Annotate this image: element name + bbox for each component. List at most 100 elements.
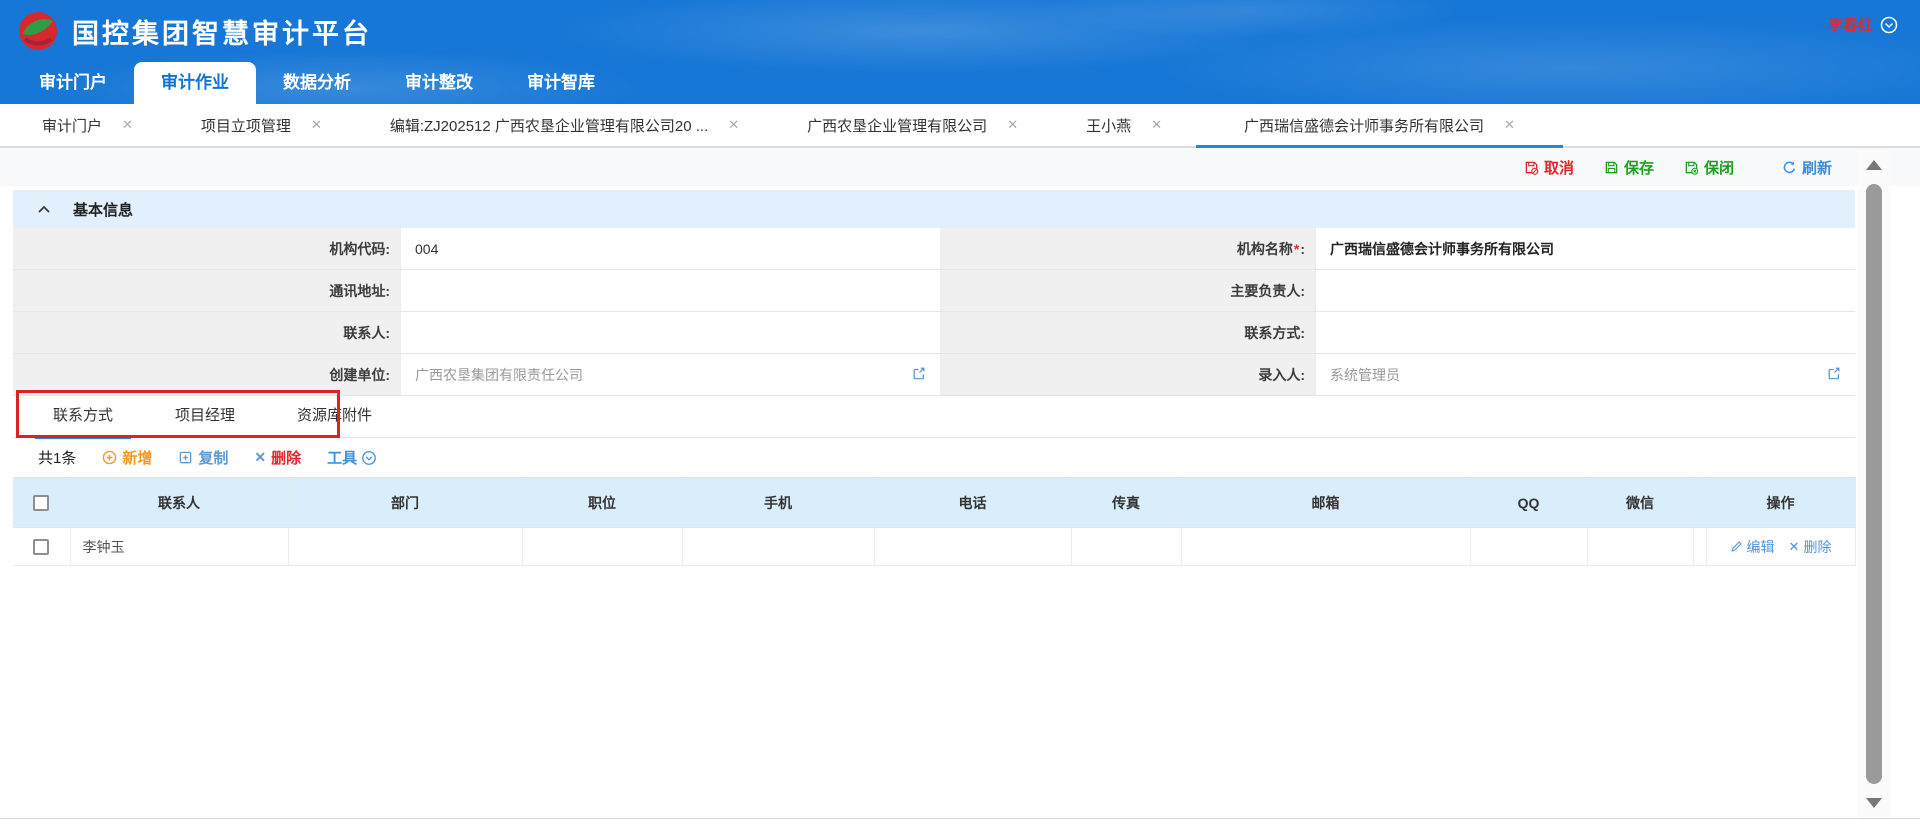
cell-fax	[1071, 528, 1181, 566]
entered-by-field: 系统管理员	[1315, 354, 1855, 396]
cell-mobile	[682, 528, 874, 566]
cell-email	[1181, 528, 1470, 566]
doc-tab-ruixin-shengde[interactable]: 广西瑞信盛德会计师事务所有限公司 ✕	[1196, 104, 1563, 146]
save-button[interactable]: 保存	[1604, 157, 1654, 178]
user-menu[interactable]: 李春红	[1828, 14, 1898, 35]
contact-field[interactable]	[400, 312, 940, 354]
required-asterisk: *	[1293, 241, 1300, 257]
column-header-department: 部门	[288, 478, 522, 528]
column-header-actions: 操作	[1706, 478, 1855, 528]
app-window: 国控集团智慧审计平台 李春红 审计门户 审计作业 数据分析 审计整改 审计智库 …	[0, 0, 1920, 839]
column-header-position: 职位	[522, 478, 682, 528]
column-header-phone: 电话	[874, 478, 1071, 528]
column-header-wechat: 微信	[1587, 478, 1693, 528]
tab-repository-attachments[interactable]: 资源库附件	[279, 396, 390, 438]
doc-tab-audit-portal[interactable]: 审计门户 ✕	[8, 104, 167, 146]
main-nav: 审计门户 审计作业 数据分析 审计整改 审计智库	[0, 62, 1920, 104]
save-icon	[1604, 160, 1619, 175]
org-name-field[interactable]: 广西瑞信盛德会计师事务所有限公司	[1315, 228, 1855, 270]
scroll-up-arrow[interactable]	[1858, 152, 1890, 178]
external-link-icon[interactable]	[1827, 366, 1841, 383]
vertical-scrollbar[interactable]	[1858, 150, 1890, 818]
select-all-checkbox[interactable]	[33, 495, 49, 511]
copy-button[interactable]: 复制	[178, 447, 228, 468]
close-icon[interactable]: ✕	[1504, 117, 1515, 133]
external-link-icon[interactable]	[912, 366, 926, 383]
x-icon: ✕	[1789, 539, 1800, 555]
tools-dropdown[interactable]: 工具	[327, 447, 377, 468]
content-bottom-border	[0, 818, 1920, 819]
nav-item-audit-rectify[interactable]: 审计整改	[378, 62, 500, 104]
doc-tab-project-approval[interactable]: 项目立项管理 ✕	[167, 104, 356, 146]
column-header-email: 邮箱	[1181, 478, 1470, 528]
app-header: 国控集团智慧审计平台 李春红 审计门户 审计作业 数据分析 审计整改 审计智库	[0, 0, 1920, 104]
detail-tab-bar: 联系方式 项目经理 资源库附件	[13, 396, 1855, 438]
refresh-icon	[1782, 160, 1797, 175]
basic-info-section-header: 基本信息	[13, 190, 1855, 228]
save-close-button[interactable]: 保闭	[1684, 157, 1734, 178]
row-edit-button[interactable]: 编辑	[1730, 537, 1775, 557]
tab-project-manager[interactable]: 项目经理	[157, 396, 253, 438]
doc-tab-wang-xiaoyan[interactable]: 王小燕 ✕	[1052, 104, 1196, 146]
address-field[interactable]	[400, 270, 940, 312]
close-icon[interactable]: ✕	[1151, 117, 1162, 133]
document-tab-bar: 审计门户 ✕ 项目立项管理 ✕ 编辑:ZJ202512 广西农垦企业管理有限公司…	[0, 104, 1920, 148]
close-icon[interactable]: ✕	[1007, 117, 1018, 133]
row-delete-button[interactable]: ✕ 删除	[1789, 537, 1832, 557]
cell-position	[522, 528, 682, 566]
row-checkbox[interactable]	[33, 539, 49, 555]
table-row: 李钟玉	[13, 528, 1855, 566]
x-icon: ✕	[254, 449, 266, 466]
field-label-contact-way: 联系方式:	[940, 312, 1315, 354]
contact-way-field[interactable]	[1315, 312, 1855, 354]
principal-field[interactable]	[1315, 270, 1855, 312]
pencil-icon	[1730, 540, 1743, 553]
cancel-button[interactable]: 取消	[1524, 157, 1574, 178]
table-toolbar: 共1条 新增 复制 ✕ 删除 工具	[13, 438, 1855, 477]
column-header-fax: 传真	[1071, 478, 1181, 528]
scrollbar-thumb[interactable]	[1866, 184, 1882, 784]
cancel-save-icon	[1524, 160, 1539, 175]
column-header-mobile: 手机	[682, 478, 874, 528]
column-spacer	[1693, 478, 1706, 528]
record-count: 共1条	[38, 447, 76, 468]
section-title: 基本信息	[73, 199, 133, 220]
circled-plus-icon	[102, 450, 117, 465]
field-label-entered-by: 录入人:	[940, 354, 1315, 396]
doc-tab-edit-zj202512[interactable]: 编辑:ZJ202512 广西农垦企业管理有限公司20 ... ✕	[356, 104, 773, 146]
org-code-field[interactable]: 004	[400, 228, 940, 270]
nav-item-audit-knowledge[interactable]: 审计智库	[500, 62, 622, 104]
close-icon[interactable]: ✕	[311, 117, 322, 133]
refresh-button[interactable]: 刷新	[1782, 157, 1832, 178]
doc-tab-gx-nongken[interactable]: 广西农垦企业管理有限公司 ✕	[773, 104, 1052, 146]
collapse-caret-icon[interactable]	[37, 204, 51, 214]
main-content: 基本信息 机构代码: 004 机构名称*: 广西瑞信盛德会计师事务所有限公司 通…	[13, 190, 1855, 566]
nav-item-data-analysis[interactable]: 数据分析	[256, 62, 378, 104]
nav-item-audit-portal[interactable]: 审计门户	[12, 62, 134, 104]
cell-contact: 李钟玉	[70, 528, 288, 566]
cell-phone	[874, 528, 1071, 566]
copy-icon	[178, 450, 193, 465]
field-label-org-code: 机构代码:	[13, 228, 400, 270]
add-button[interactable]: 新增	[102, 447, 152, 468]
cell-wechat	[1587, 528, 1693, 566]
column-header-qq: QQ	[1470, 478, 1587, 528]
field-label-org-name: 机构名称*:	[940, 228, 1315, 270]
close-icon[interactable]: ✕	[728, 117, 739, 133]
cell-department	[288, 528, 522, 566]
app-title: 国控集团智慧审计平台	[72, 12, 372, 51]
nav-item-audit-work[interactable]: 审计作业	[134, 62, 256, 104]
field-label-create-unit: 创建单位:	[13, 354, 400, 396]
scroll-down-arrow[interactable]	[1858, 790, 1890, 816]
record-action-bar: 取消 保存 保闭 刷新	[0, 148, 1920, 186]
cell-spacer	[1693, 528, 1706, 566]
save-close-icon	[1684, 160, 1699, 175]
chevron-down-icon	[1880, 16, 1898, 34]
delete-button[interactable]: ✕ 删除	[254, 447, 301, 468]
close-icon[interactable]: ✕	[122, 117, 133, 133]
field-label-contact: 联系人:	[13, 312, 400, 354]
contacts-table: 联系人 部门 职位 手机 电话 传真 邮箱 QQ 微信 操作 李钟玉	[13, 477, 1856, 566]
table-header-row: 联系人 部门 职位 手机 电话 传真 邮箱 QQ 微信 操作	[13, 478, 1855, 528]
tab-contact-info[interactable]: 联系方式	[35, 396, 131, 438]
cell-qq	[1470, 528, 1587, 566]
